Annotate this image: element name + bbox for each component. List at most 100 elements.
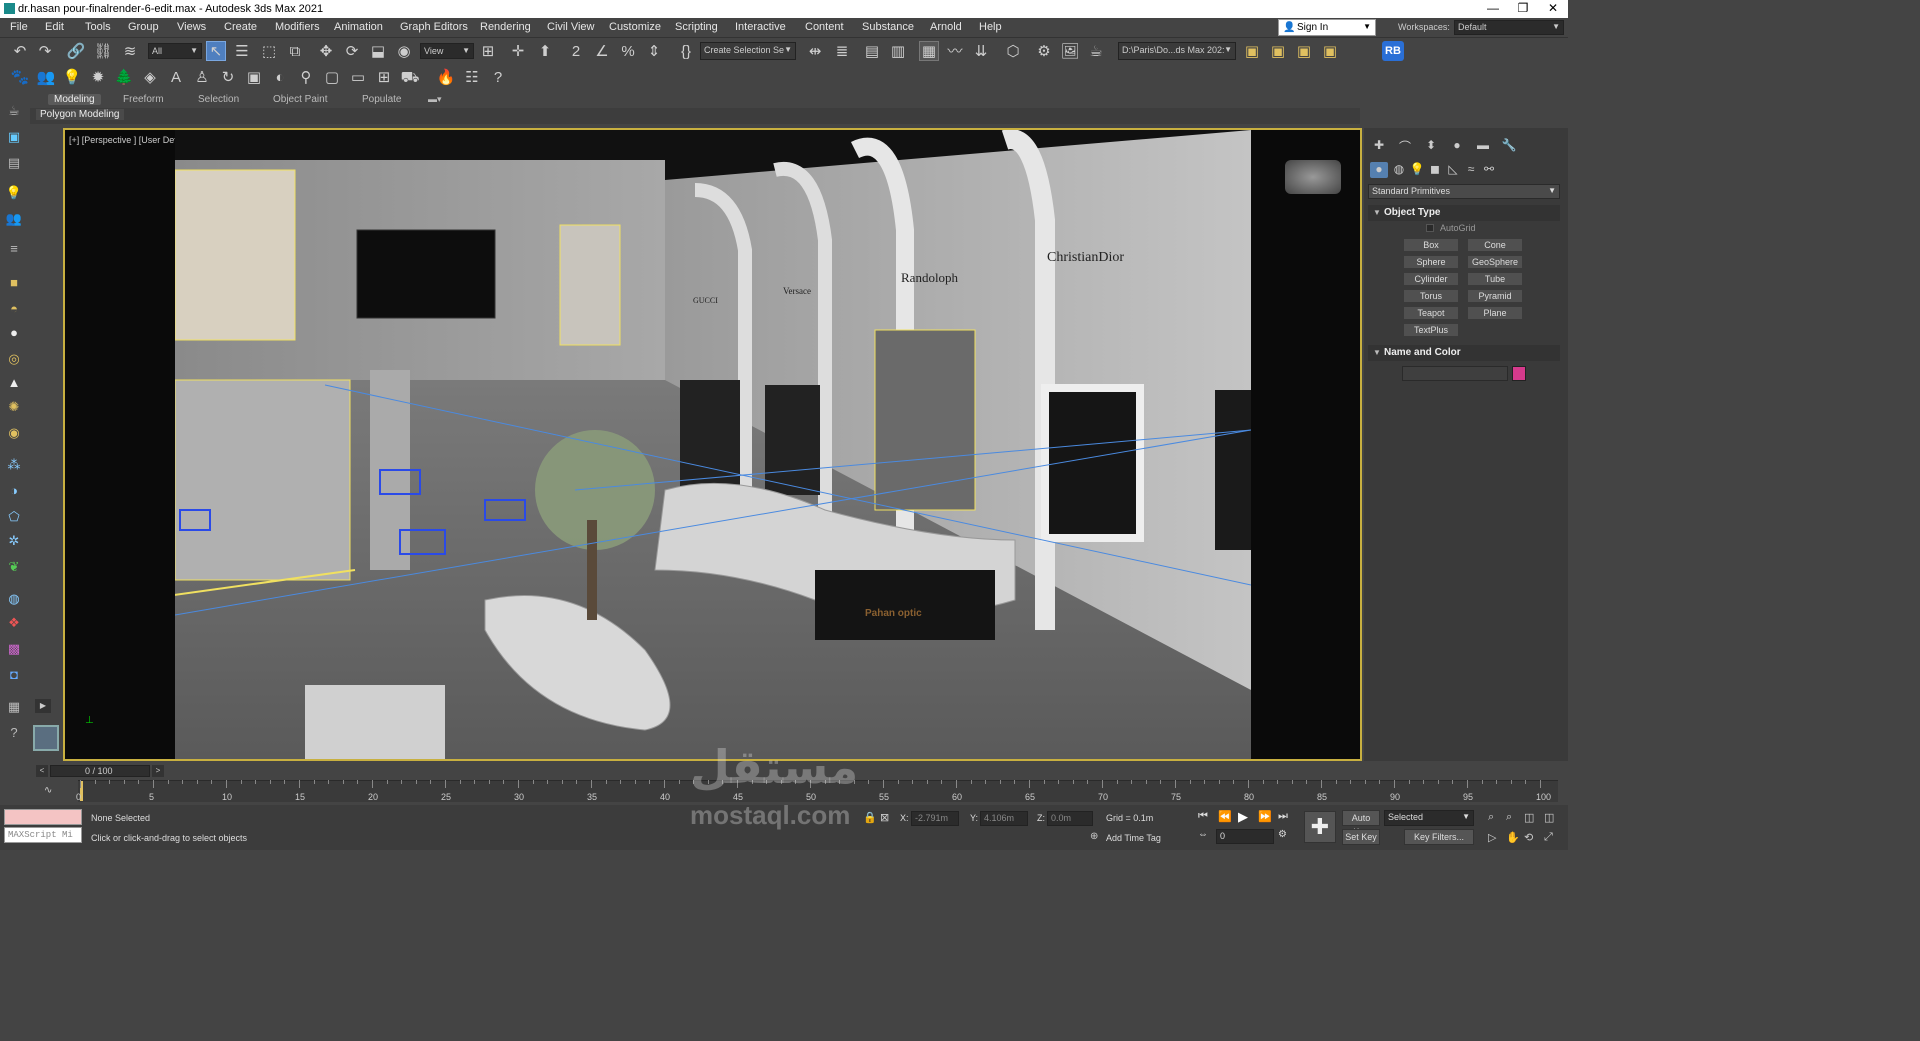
save-folder-icon[interactable]: ▣ <box>1294 42 1314 62</box>
select-manipulate-icon[interactable]: ✛ <box>508 42 528 62</box>
gear-sphere-icon[interactable]: ✲ <box>5 532 23 550</box>
archive-folder-icon[interactable]: ▣ <box>1320 42 1340 62</box>
polygon-modeling-label[interactable]: Polygon Modeling <box>36 109 124 120</box>
window-crossing-icon[interactable]: ⧉ <box>285 42 305 62</box>
maxscript-input[interactable]: MAXScript Mi <box>4 827 82 843</box>
cameras-icon[interactable]: ◼ <box>1426 162 1444 178</box>
fire-icon[interactable]: 🔥 <box>436 68 456 88</box>
mirror-icon[interactable]: ⇹ <box>805 42 825 62</box>
spinner-snap-icon[interactable]: ⇕ <box>644 42 664 62</box>
rotate-view-icon[interactable]: ↻ <box>218 68 238 88</box>
object-color-swatch[interactable] <box>1512 366 1526 381</box>
selection-filter-dropdown[interactable]: All ▼ <box>148 43 202 59</box>
arnold-icon[interactable]: ◘ <box>5 666 23 684</box>
substance-icon[interactable]: ▩ <box>5 640 23 658</box>
light-icon[interactable]: 💡 <box>62 68 82 88</box>
move-icon[interactable]: ✥ <box>316 42 336 62</box>
viewport-layout-icon[interactable]: ▭ <box>348 68 368 88</box>
menu-customize[interactable]: Customize <box>609 21 661 33</box>
add-time-tag[interactable]: Add Time Tag <box>1106 833 1161 843</box>
ribbon-options-icon[interactable]: ▬▾ <box>428 94 442 105</box>
utilities-tab-icon[interactable]: 🔧 <box>1500 138 1518 154</box>
zoom-icon[interactable]: ⌕ <box>1488 811 1494 824</box>
time-config-icon[interactable]: ⚙ <box>1278 829 1287 840</box>
current-frame-field[interactable]: 0 <box>1216 829 1274 844</box>
half-sphere-icon[interactable]: ◑ <box>5 482 23 500</box>
pan-icon[interactable]: ✋ <box>1506 831 1520 844</box>
helpers-icon[interactable]: ◺ <box>1444 162 1462 178</box>
orbit-icon[interactable]: ⟲ <box>1524 831 1533 844</box>
grid-icon[interactable]: ⊞ <box>374 68 394 88</box>
key-mode-toggle-icon[interactable]: ⇔ <box>1198 829 1208 840</box>
zoom-extents-all-icon[interactable]: ◫ <box>1544 811 1554 824</box>
undo-icon[interactable]: ↶ <box>10 42 30 62</box>
scripting-icon[interactable]: ▦ <box>5 698 23 716</box>
set-keys-icon[interactable]: ✚ <box>1304 811 1336 843</box>
torus-button[interactable]: Torus <box>1403 289 1459 303</box>
chevron-right-icon[interactable]: > <box>152 765 164 777</box>
render-view-icon[interactable]: ▣ <box>244 68 264 88</box>
cone-button[interactable]: Cone <box>1467 238 1523 252</box>
viewport-layout-preview[interactable] <box>33 725 59 751</box>
dome-icon[interactable]: ◓ <box>5 300 23 318</box>
car-icon[interactable]: ⛟ <box>400 68 420 88</box>
light-bulb-icon[interactable]: 💡 <box>5 184 23 202</box>
rotate-icon[interactable]: ⟳ <box>342 42 362 62</box>
sphere-tool-icon[interactable]: ◐ <box>270 68 290 88</box>
curve-editor-icon[interactable]: 〰 <box>945 42 965 62</box>
go-to-start-icon[interactable]: ⏮ <box>1198 810 1208 823</box>
sun-shape-icon[interactable]: ✺ <box>5 398 23 416</box>
rect-selection-icon[interactable]: ⬚ <box>259 42 279 62</box>
angle-snap-icon[interactable]: ∠ <box>592 42 612 62</box>
menu-help[interactable]: Help <box>979 21 1002 33</box>
snaps-toggle-icon[interactable]: 2 <box>566 42 586 62</box>
maxscript-listener[interactable] <box>4 809 82 825</box>
placement-icon[interactable]: ◉ <box>394 42 414 62</box>
viewport-perspective[interactable]: [+] [Perspective ] [User Defined ] [Defa… <box>63 128 1362 761</box>
tab-object-paint[interactable]: Object Paint <box>273 94 327 105</box>
sphere-icon[interactable]: ● <box>5 324 23 342</box>
menu-civil-view[interactable]: Civil View <box>547 21 594 33</box>
globe-icon[interactable]: ◍ <box>5 590 23 608</box>
create-tab-icon[interactable]: ✚ <box>1370 138 1388 154</box>
tube-button[interactable]: Tube <box>1467 272 1523 286</box>
menu-tools[interactable]: Tools <box>85 21 111 33</box>
chevron-left-icon[interactable]: < <box>36 765 48 777</box>
rendered-frame-window-icon[interactable]: 🖼 <box>1060 42 1080 62</box>
zoom-all-icon[interactable]: ⌕ <box>1506 811 1512 824</box>
hierarchy-tab-icon[interactable]: ⬍ <box>1422 138 1440 154</box>
particles-icon[interactable]: ⁂ <box>5 456 23 474</box>
cone-icon[interactable]: ▲ <box>5 374 23 392</box>
tab-populate[interactable]: Populate <box>362 94 401 105</box>
shapes-icon[interactable]: ◍ <box>1390 162 1408 178</box>
zoom-extents-icon[interactable]: ◫ <box>1524 811 1534 824</box>
scene-explorer-icon[interactable]: ▤ <box>862 42 882 62</box>
absolute-mode-icon[interactable]: ⊠ <box>880 811 889 824</box>
scale-icon[interactable]: ⬓ <box>368 42 388 62</box>
systems-icon[interactable]: ⚯ <box>1480 162 1498 178</box>
close-button[interactable]: ✕ <box>1538 1 1568 17</box>
sphere-button[interactable]: Sphere <box>1403 255 1459 269</box>
workspace-dropdown[interactable]: Default ▼ <box>1454 20 1564 35</box>
disc-icon[interactable]: ◉ <box>5 424 23 442</box>
link-icon[interactable]: 🔗 <box>66 42 86 62</box>
material-editor-icon[interactable]: ⬡ <box>1003 42 1023 62</box>
redo-icon[interactable]: ↷ <box>35 42 55 62</box>
edit-named-selection-icon[interactable]: {} <box>676 42 696 62</box>
plant-icon[interactable]: ❦ <box>5 558 23 576</box>
reference-coord-dropdown[interactable]: View ▼ <box>420 43 474 59</box>
teapot-button[interactable]: Teapot <box>1403 306 1459 320</box>
tab-selection[interactable]: Selection <box>198 94 239 105</box>
bulb-icon[interactable]: ⚲ <box>296 68 316 88</box>
frame-icon[interactable]: ▢ <box>322 68 342 88</box>
menu-modifiers[interactable]: Modifiers <box>275 21 320 33</box>
people-icon[interactable]: 👥 <box>5 210 23 228</box>
menu-views[interactable]: Views <box>177 21 206 33</box>
key-filters-button[interactable]: Key Filters... <box>1404 829 1474 845</box>
plane-button[interactable]: Plane <box>1467 306 1523 320</box>
menu-file[interactable]: File <box>10 21 28 33</box>
y-coordinate-field[interactable]: 4.106m <box>980 811 1028 826</box>
lights-icon[interactable]: 💡 <box>1408 162 1426 178</box>
sun-icon[interactable]: ✹ <box>88 68 108 88</box>
set-key-button[interactable]: Set Key <box>1342 829 1380 845</box>
